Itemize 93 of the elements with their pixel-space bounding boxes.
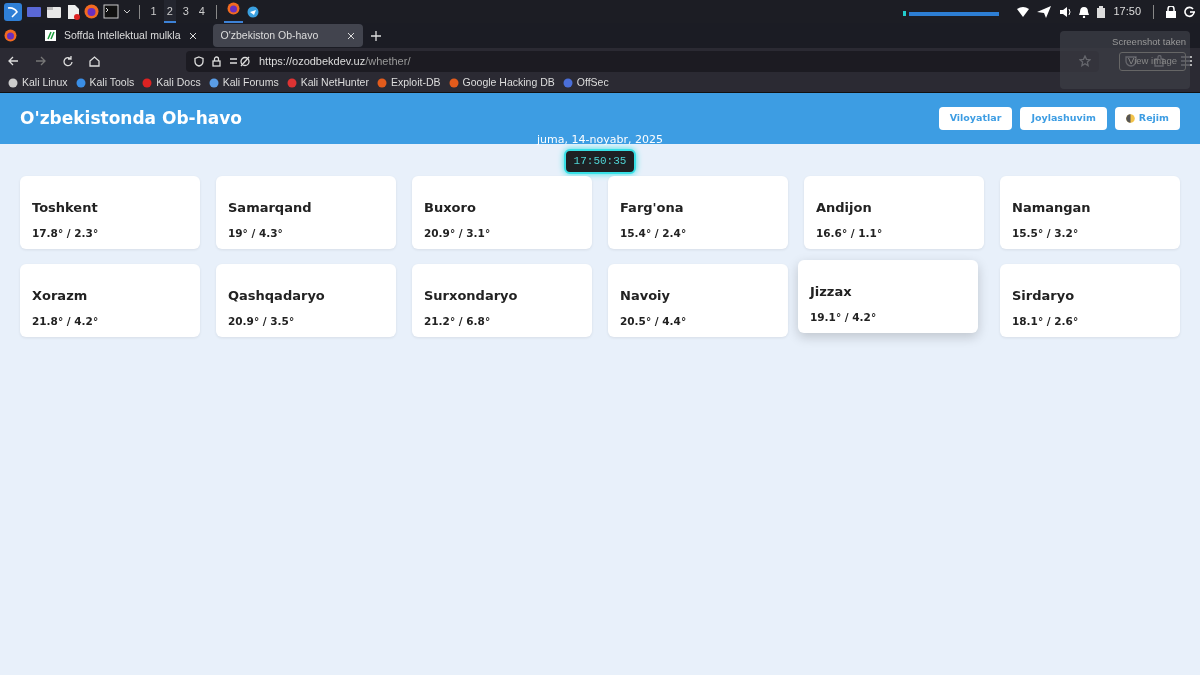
clock-text[interactable]: 17:50 [1113, 3, 1141, 20]
battery-icon[interactable] [1097, 5, 1106, 18]
bookmark-icon [75, 78, 86, 88]
temperature-text: 17.8° / 2.3° [32, 226, 100, 241]
temperature-text: 20.9° / 3.1° [424, 226, 492, 241]
city-name: Andijon [816, 198, 873, 217]
browser-tab[interactable]: Soffda Intellektual mulkla [37, 24, 205, 47]
temperature-text: 21.8° / 4.2° [32, 314, 100, 329]
bookmark-link[interactable]: Kali Linux [8, 75, 68, 91]
city-card[interactable]: Qashqadaryo 20.9° / 3.5° [216, 263, 396, 337]
bookmark-icon [142, 78, 153, 88]
page-title: O'zbekistonda Ob-havo [20, 106, 242, 130]
close-icon[interactable] [188, 31, 197, 40]
temperature-text: 15.4° / 2.4° [620, 226, 688, 241]
city-name: Surxondaryo [424, 286, 519, 305]
power-icon[interactable] [1184, 5, 1196, 18]
bookmark-link[interactable]: Exploit-DB [376, 75, 441, 91]
temperature-text: 20.9° / 3.5° [228, 314, 296, 329]
bookmark-link[interactable]: Kali Docs [142, 75, 201, 91]
reload-icon[interactable] [62, 55, 73, 67]
city-name: Xorazm [32, 286, 89, 305]
temperature-text: 19.1° / 4.2° [810, 310, 878, 325]
volume-icon[interactable] [1059, 5, 1072, 18]
city-name: Toshkent [32, 198, 99, 217]
terminal-icon[interactable] [103, 4, 119, 19]
bookmark-icon [376, 78, 387, 88]
temperature-text: 19° / 4.3° [228, 226, 284, 241]
bookmark-icon [208, 78, 219, 88]
city-card[interactable]: Andijon 16.6° / 1.1° [804, 175, 984, 249]
temperature-text: 18.1° / 2.6° [1012, 314, 1080, 329]
bookmark-link[interactable]: OffSec [562, 75, 609, 91]
city-card[interactable]: Toshkent 17.8° / 2.3° [20, 175, 200, 249]
document-icon[interactable] [66, 3, 80, 20]
browser-icon[interactable] [227, 1, 241, 15]
send-icon[interactable] [1037, 5, 1052, 18]
bookmark-icon [562, 78, 573, 88]
bookmark-icon [286, 78, 297, 88]
half-moon-icon [1125, 114, 1135, 123]
notification-title: Screenshot taken [1112, 35, 1186, 49]
bookmark-link[interactable]: Kali Tools [75, 75, 135, 91]
bookmark-icon [448, 78, 459, 88]
workspace-button[interactable]: 2 [163, 0, 176, 23]
plus-icon[interactable] [370, 30, 381, 41]
browser-icon[interactable] [4, 29, 17, 42]
temperature-text: 21.2° / 6.8° [424, 314, 492, 329]
city-name: Namangan [1012, 198, 1092, 217]
temperature-text: 15.5° / 3.2° [1012, 226, 1080, 241]
workspace-button[interactable]: 3 [179, 0, 192, 23]
close-icon[interactable] [346, 31, 355, 40]
lock-icon[interactable] [1166, 5, 1176, 18]
date-text: juma, 14-noyabr, 2025 [537, 134, 663, 145]
permissions-icon [229, 55, 251, 67]
shield-icon [194, 55, 204, 67]
bookmark-link[interactable]: Kali NetHunter [286, 75, 369, 91]
city-card[interactable]: Buxoro 20.9° / 3.1° [412, 175, 592, 249]
browser-icon[interactable] [84, 4, 99, 19]
bookmark-icon [8, 78, 18, 88]
city-name: Jizzax [810, 282, 853, 301]
city-card[interactable]: Jizzax 19.1° / 4.2° [798, 259, 978, 333]
monitor-icon[interactable] [26, 4, 42, 19]
city-name: Buxoro [424, 198, 477, 217]
city-name: Navoiy [620, 286, 671, 305]
city-card[interactable]: Farg'ona 15.4° / 2.4° [608, 175, 788, 249]
city-card[interactable]: Samarqand 19° / 4.3° [216, 175, 396, 249]
city-card[interactable]: Surxondaryo 21.2° / 6.8° [412, 263, 592, 337]
city-card[interactable]: Xorazm 21.8° / 4.2° [20, 263, 200, 337]
temperature-text: 16.6° / 1.1° [816, 226, 884, 241]
city-name: Sirdaryo [1012, 286, 1076, 305]
menu-icon[interactable] [4, 2, 22, 21]
back-icon[interactable] [8, 56, 19, 66]
city-card[interactable]: Sirdaryo 18.1° / 2.6° [1000, 263, 1180, 337]
workspace-button[interactable]: 4 [195, 0, 208, 23]
home-icon[interactable] [89, 55, 100, 67]
bookmark-link[interactable]: Kali Forums [208, 75, 279, 91]
forward-icon [35, 56, 46, 66]
clock-display: 17:50:35 [563, 149, 637, 174]
city-card[interactable]: Namangan 15.5° / 3.2° [1000, 175, 1180, 249]
url-text: https://ozodbekdev.uz/whether/ [259, 53, 412, 69]
city-name: Farg'ona [620, 198, 685, 217]
city-name: Qashqadaryo [228, 286, 326, 305]
lock-icon [212, 55, 221, 67]
city-name: Samarqand [228, 198, 313, 217]
folder-icon[interactable] [46, 4, 62, 19]
site-icon [45, 30, 56, 41]
wifi-icon[interactable] [1017, 6, 1030, 17]
city-card[interactable]: Navoiy 20.5° / 4.4° [608, 263, 788, 337]
browser-tab[interactable]: O'zbekiston Ob-havo [212, 24, 363, 47]
workspace-button[interactable]: 1 [147, 0, 160, 23]
caret-icon[interactable] [123, 7, 131, 16]
bell-icon[interactable] [1079, 5, 1090, 18]
messenger-icon[interactable] [247, 5, 260, 18]
temperature-text: 20.5° / 4.4° [620, 314, 688, 329]
bookmark-link[interactable]: Google Hacking DB [448, 75, 555, 91]
